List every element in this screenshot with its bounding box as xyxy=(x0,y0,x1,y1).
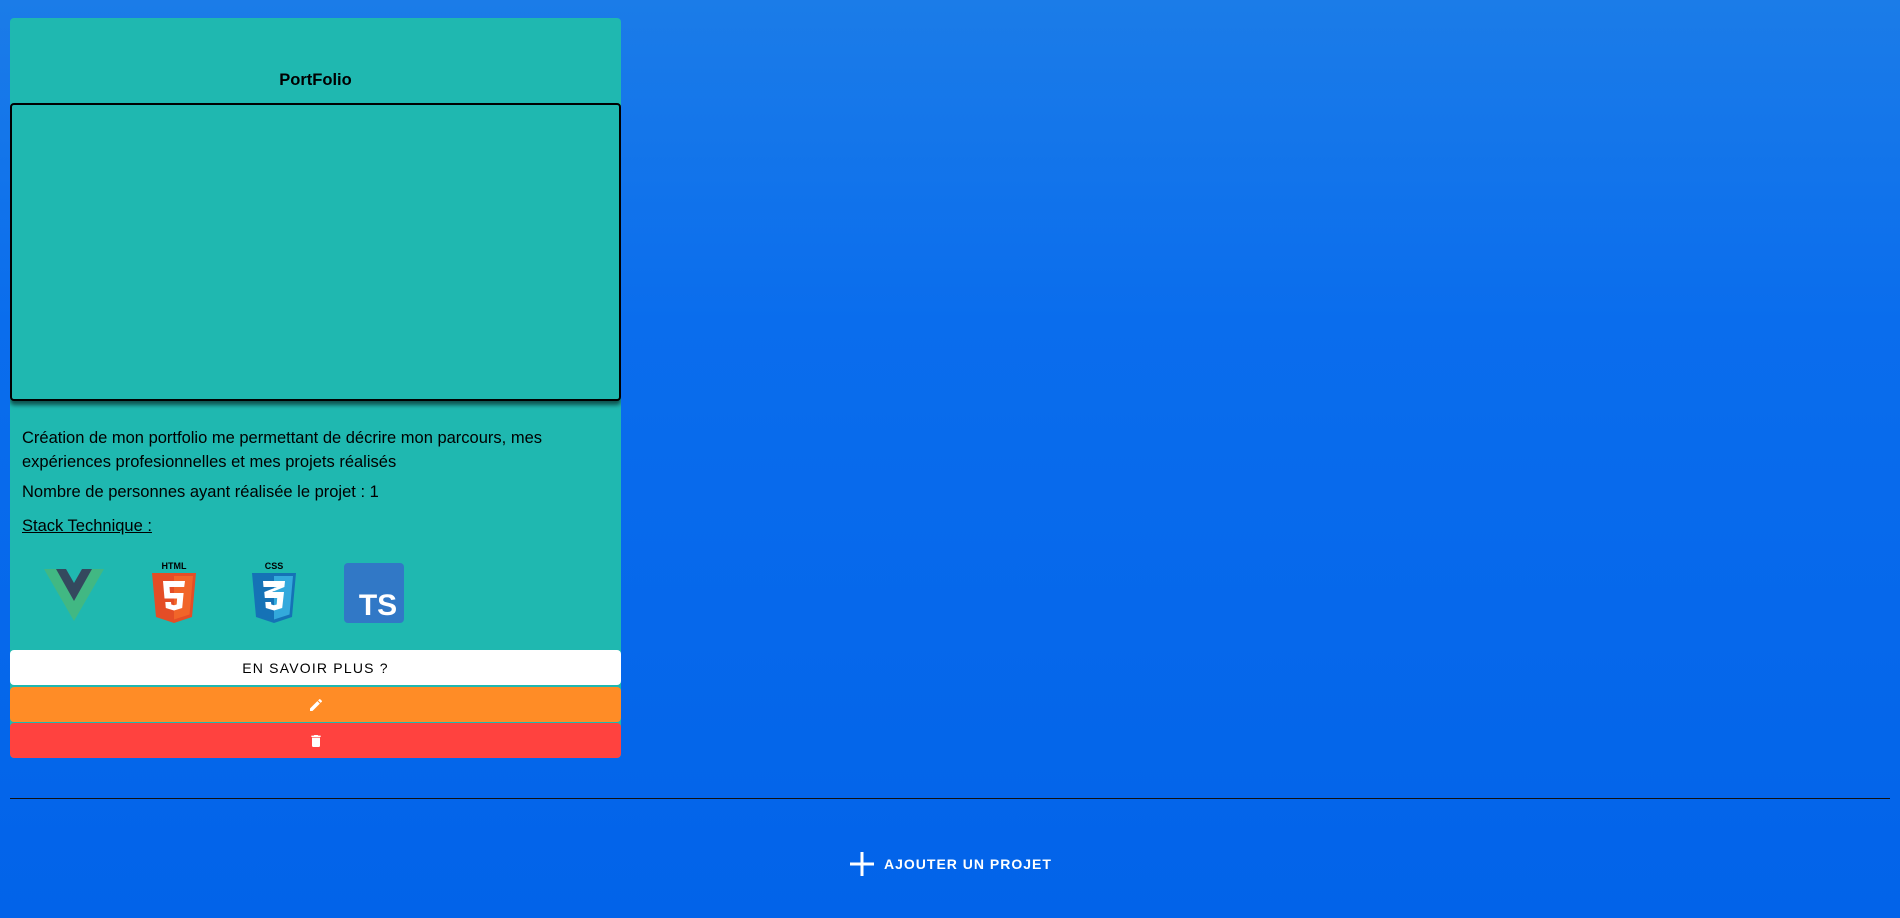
typescript-logo-text: TS xyxy=(359,589,397,622)
trash-icon xyxy=(310,734,321,747)
project-card: PortFolio Création de mon portfolio me p… xyxy=(10,18,621,758)
stack-technique-label: Stack Technique : xyxy=(22,517,152,535)
plus-icon xyxy=(850,852,874,876)
vue-logo-icon xyxy=(42,561,106,625)
add-project-label: AJOUTER UN PROJET xyxy=(884,856,1052,872)
project-title: PortFolio xyxy=(279,71,352,89)
add-project-button[interactable]: AJOUTER UN PROJET xyxy=(848,848,1052,880)
project-image-placeholder xyxy=(10,103,621,401)
html5-logo-icon: HTML xyxy=(142,561,206,625)
project-people-count: Nombre de personnes ayant réalisée le pr… xyxy=(22,483,379,501)
edit-project-button[interactable] xyxy=(10,687,621,722)
delete-project-button[interactable] xyxy=(10,723,621,758)
project-description: Création de mon portfolio me permettant … xyxy=(22,429,542,471)
tech-stack-logos: HTML CSS TS xyxy=(10,561,621,625)
section-divider xyxy=(10,798,1890,799)
pencil-icon xyxy=(309,698,322,711)
html5-logo-text: HTML xyxy=(162,561,187,571)
typescript-logo-icon: TS xyxy=(342,561,406,625)
learn-more-button[interactable]: EN SAVOIR PLUS ? xyxy=(10,650,621,685)
css3-logo-text: CSS xyxy=(265,561,284,571)
css3-logo-icon: CSS xyxy=(242,561,306,625)
